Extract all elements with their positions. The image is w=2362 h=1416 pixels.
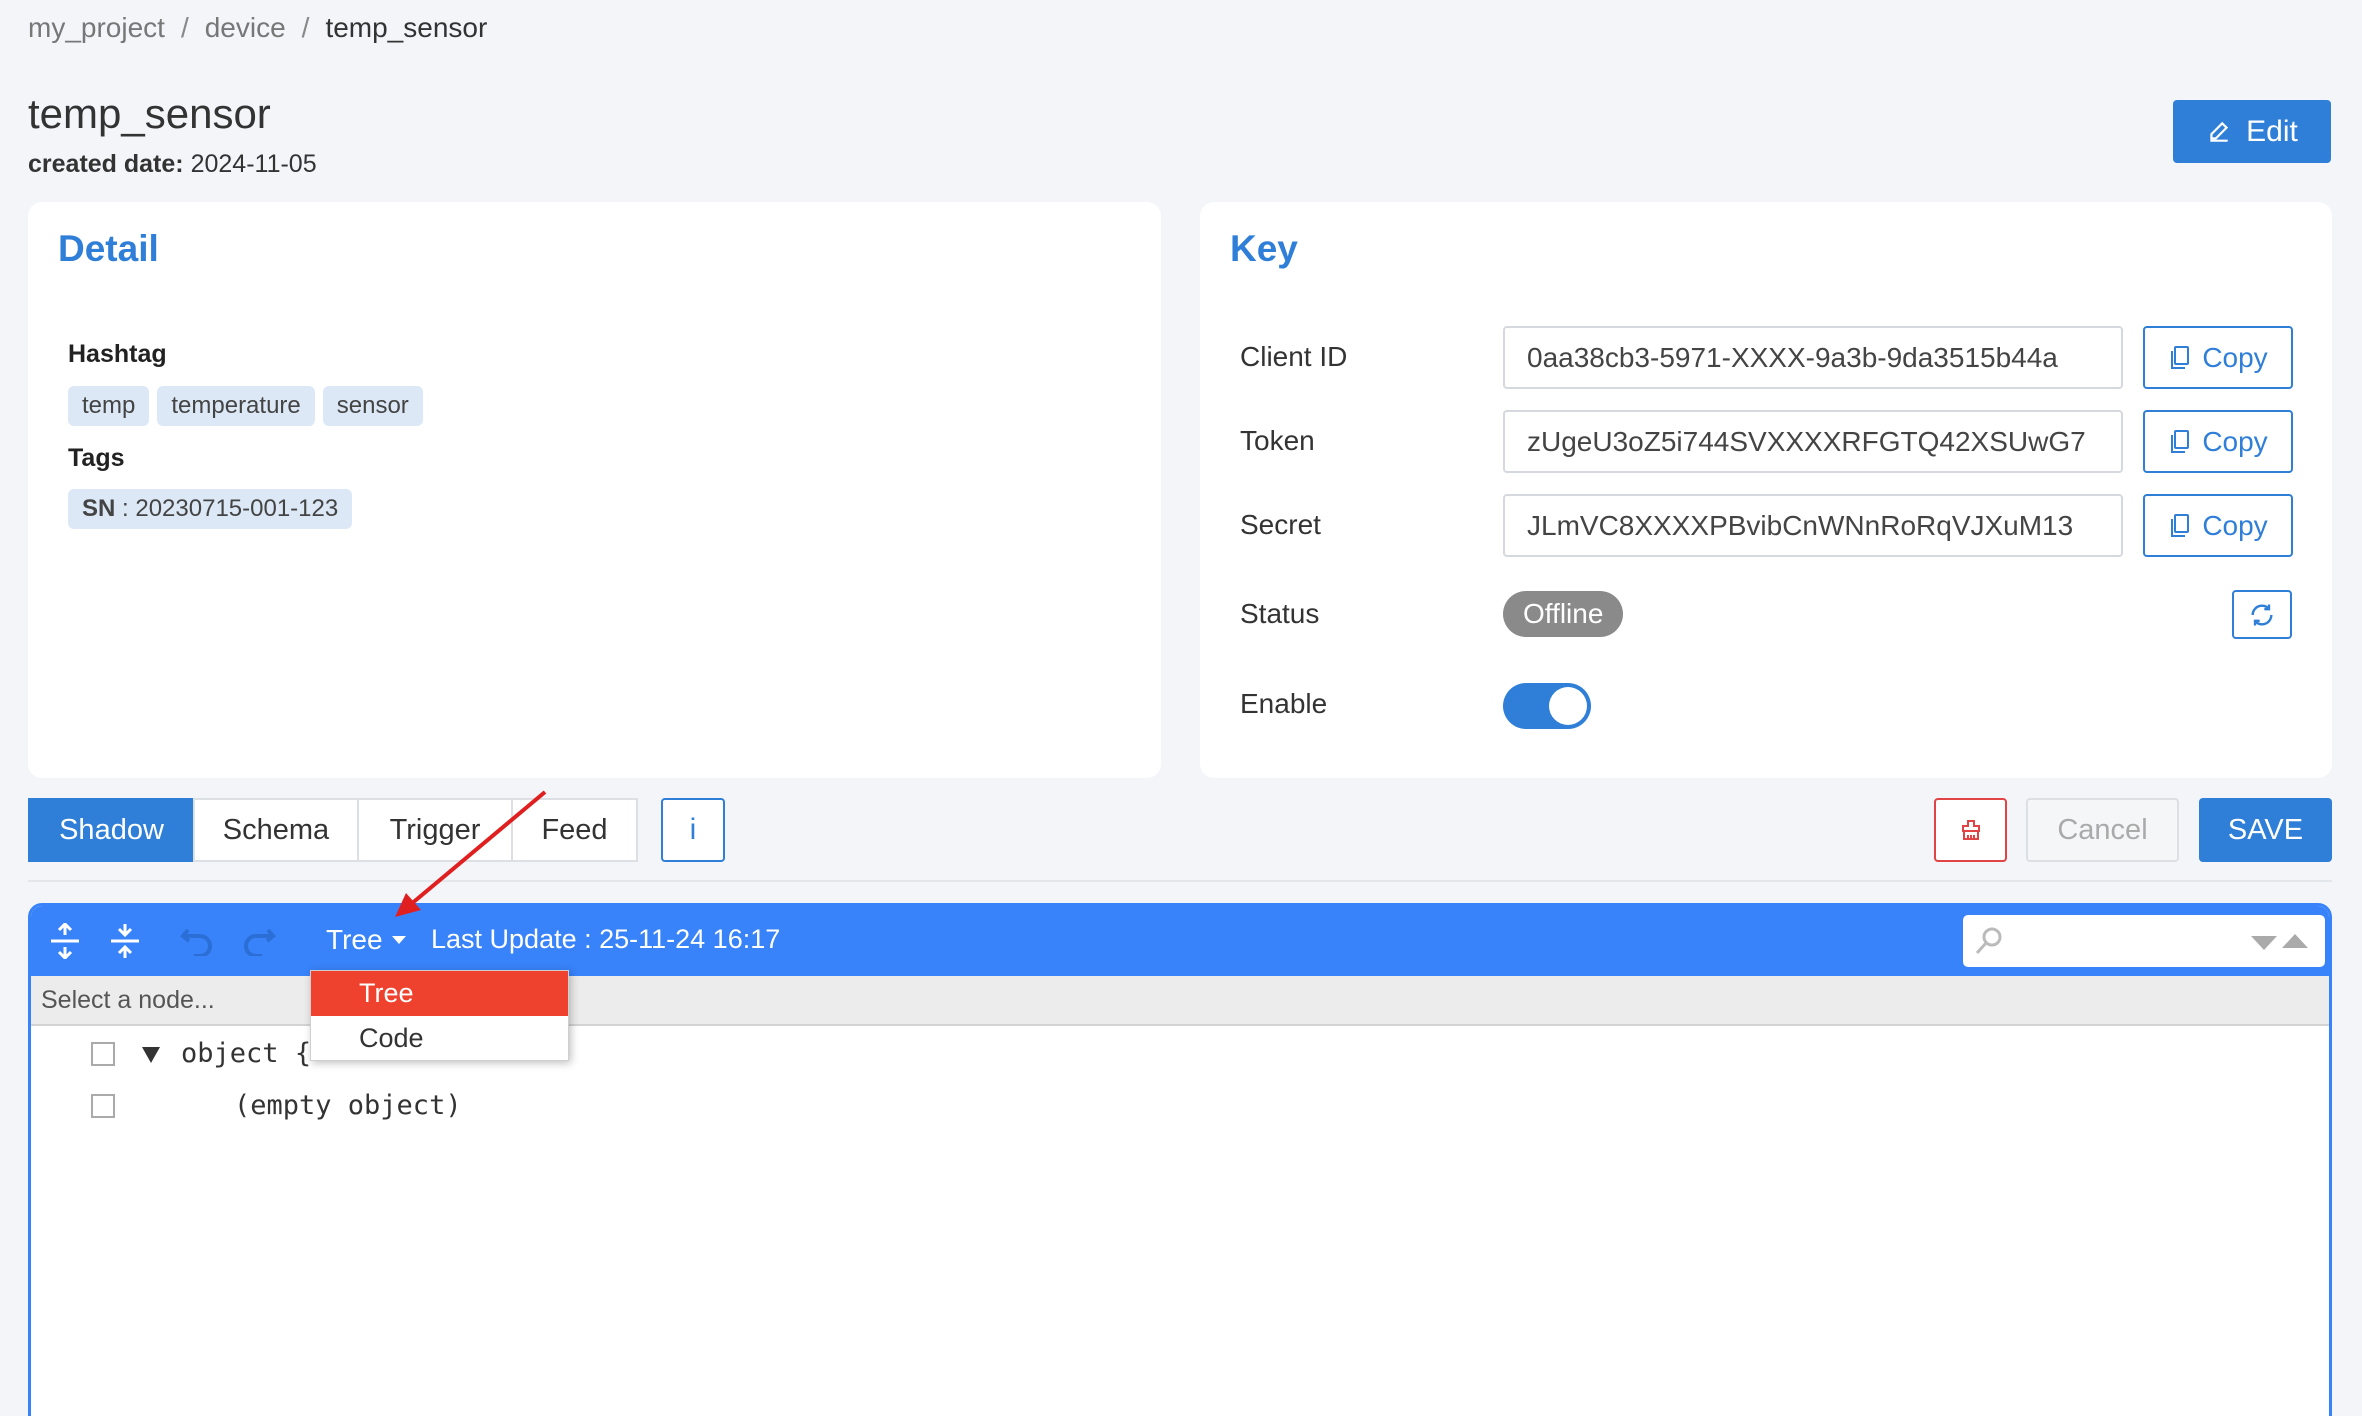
expand-arrow-icon[interactable] — [141, 1046, 161, 1064]
tags-label: Tags — [68, 444, 125, 472]
copy-icon — [2171, 429, 2190, 453]
redo-icon[interactable] — [239, 921, 279, 961]
tag-list: SN : 20230715-001-123 — [68, 489, 353, 529]
copy-token-button[interactable]: Copy — [2143, 410, 2293, 473]
editor-menu-bar: Tree Last Update : 25-11-24 16:17 — [31, 906, 2329, 976]
breadcrumb-separator: / — [180, 12, 189, 43]
breadcrumb-item-current: temp_sensor — [325, 12, 488, 43]
info-button[interactable]: i — [661, 798, 725, 862]
tab-bar: Shadow Schema Trigger Feed — [28, 798, 638, 862]
drag-handle-icon[interactable] — [91, 1042, 115, 1066]
search-icon — [1975, 927, 2002, 955]
copy-label: Copy — [2202, 341, 2268, 373]
tree-node-brace: { — [294, 1038, 312, 1069]
drag-handle-icon[interactable] — [91, 1094, 115, 1118]
toggle-knob — [1549, 687, 1587, 725]
mode-dropdown-menu: Tree Code — [310, 970, 569, 1061]
mode-label: Tree — [326, 924, 383, 955]
client-id-field[interactable]: 0aa38cb3-5971-XXXX-9a3b-9da3515b44a — [1503, 326, 2123, 389]
refresh-icon — [2251, 604, 2273, 625]
secret-label: Secret — [1240, 509, 1321, 540]
edit-button[interactable]: Edit — [2173, 100, 2331, 163]
status-badge: Offline — [1503, 591, 1624, 637]
copy-client-id-button[interactable]: Copy — [2143, 326, 2293, 389]
created-date: created date: 2024-11-05 — [28, 150, 317, 179]
copy-secret-button[interactable]: Copy — [2143, 494, 2293, 557]
caret-down-icon — [391, 936, 406, 944]
tag-chip: SN : 20230715-001-123 — [68, 489, 353, 529]
tag-value: 20230715-001-123 — [135, 495, 339, 522]
copy-icon — [2171, 345, 2190, 369]
detail-title: Detail — [58, 228, 159, 269]
collapse-all-icon[interactable] — [105, 921, 145, 961]
hashtag-chip: sensor — [322, 386, 423, 426]
pencil-icon — [2210, 121, 2229, 142]
copy-label: Copy — [2202, 509, 2268, 541]
breadcrumb-item-project[interactable]: my_project — [28, 12, 165, 44]
copy-icon — [2171, 513, 2190, 537]
breadcrumb-separator: / — [301, 12, 310, 43]
edit-button-label: Edit — [2246, 114, 2298, 148]
hashtag-chip: temp — [68, 386, 150, 426]
search-next-icon[interactable] — [2250, 935, 2278, 951]
eraser-icon — [1961, 820, 1980, 840]
status-label: Status — [1240, 598, 1320, 629]
hashtag-chip: temperature — [157, 386, 315, 426]
editor-search-input[interactable] — [1963, 915, 2325, 967]
enable-label: Enable — [1240, 688, 1328, 719]
tree-node-type: object — [181, 1038, 279, 1069]
tag-separator: : — [115, 495, 136, 522]
hashtag-list: temp temperature sensor — [68, 386, 423, 426]
key-title: Key — [1230, 228, 1298, 269]
refresh-status-button[interactable] — [2232, 590, 2292, 639]
tab-feed[interactable]: Feed — [511, 798, 638, 862]
secret-field[interactable]: JLmVC8XXXXPBvibCnWNnRoRqVJXuM13 — [1503, 494, 2123, 557]
expand-all-icon[interactable] — [45, 921, 85, 961]
undo-icon[interactable] — [177, 921, 217, 961]
clear-button[interactable] — [1934, 798, 2007, 862]
created-date-label: created date: — [28, 150, 184, 178]
hashtag-label: Hashtag — [68, 340, 167, 368]
tree-node-root[interactable]: object { — [181, 1038, 311, 1069]
tag-key: SN — [82, 495, 116, 522]
enable-toggle[interactable] — [1503, 683, 1591, 729]
tab-trigger[interactable]: Trigger — [357, 798, 513, 862]
copy-label: Copy — [2202, 425, 2268, 457]
mode-option-code[interactable]: Code — [311, 1016, 568, 1061]
token-field[interactable]: zUgeU3oZ5i744SVXXXXRFGTQ42XSUwG7 — [1503, 410, 2123, 473]
key-card: Key Client ID 0aa38cb3-5971-XXXX-9a3b-9d… — [1200, 202, 2332, 778]
breadcrumb: my_project / device / temp_sensor — [28, 12, 487, 44]
detail-card: Detail Hashtag temp temperature sensor T… — [28, 202, 1161, 778]
tab-shadow[interactable]: Shadow — [28, 798, 195, 862]
breadcrumb-item-device[interactable]: device — [205, 12, 286, 44]
last-update-text: Last Update : 25-11-24 16:17 — [431, 924, 781, 954]
select-node-text: Select a node... — [41, 986, 215, 1014]
divider — [28, 880, 2332, 882]
created-date-value: 2024-11-05 — [190, 150, 317, 178]
search-previous-icon[interactable] — [2281, 933, 2309, 949]
mode-dropdown-button[interactable]: Tree — [326, 924, 407, 956]
tree-node-empty: (empty object) — [234, 1090, 462, 1121]
tab-schema[interactable]: Schema — [193, 798, 359, 862]
mode-option-tree[interactable]: Tree — [311, 971, 568, 1016]
page-title: temp_sensor — [28, 90, 271, 137]
save-button[interactable]: SAVE — [2199, 798, 2332, 862]
client-id-label: Client ID — [1240, 341, 1348, 372]
cancel-button[interactable]: Cancel — [2026, 798, 2179, 862]
token-label: Token — [1240, 425, 1315, 456]
